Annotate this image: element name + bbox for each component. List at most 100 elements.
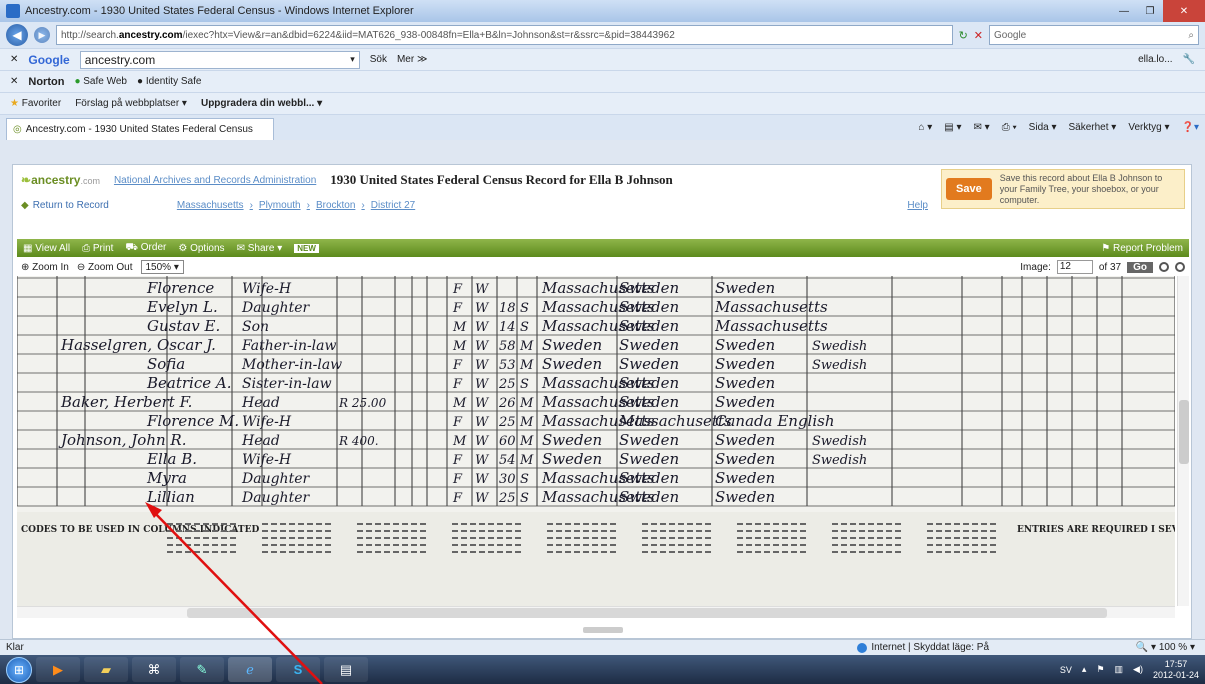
save-button[interactable]: Save — [946, 178, 992, 200]
census-name-cell: Johnson, John R. — [58, 431, 187, 449]
census-father-birthplace-cell: Sweden — [619, 374, 679, 392]
return-to-record-link[interactable]: ◆ Return to Record — [21, 200, 109, 211]
url-input[interactable]: http://search. ancestry.com/iexec?htx=Vie… — [56, 25, 953, 45]
census-race-cell: W — [475, 434, 490, 449]
zoom-level-status[interactable]: 🔍 ▾ 100 % ▾ — [1136, 642, 1195, 653]
go-button[interactable]: Go — [1127, 261, 1153, 273]
paint-icon[interactable]: ✎ — [180, 657, 224, 682]
print-icon[interactable]: ⎙ ▾ — [1002, 122, 1017, 133]
report-problem-button[interactable]: ⚑ Report Problem — [1101, 243, 1183, 254]
census-sex-cell: M — [452, 434, 467, 449]
language-indicator[interactable]: SV — [1060, 665, 1072, 675]
google-logo: Google — [28, 52, 70, 67]
network-tray-icon[interactable]: ▥ — [1115, 664, 1124, 675]
start-button[interactable]: ⊞ — [6, 656, 32, 683]
identity-safe-button[interactable]: ● Identity Safe — [137, 76, 201, 87]
google-user-button[interactable]: ella.lo... — [1138, 54, 1172, 65]
census-sex-cell: F — [452, 377, 463, 392]
census-marital-cell: M — [519, 453, 534, 468]
google-more-button[interactable]: Mer ≫ — [397, 54, 427, 65]
census-relation-cell: Wife-H — [242, 452, 292, 468]
census-name-cell: Florence — [146, 279, 214, 297]
vertical-scrollbar[interactable] — [1177, 276, 1189, 606]
tray-arrow-icon[interactable]: ▴ — [1082, 664, 1087, 675]
census-value-cell: R 25.00 — [338, 396, 387, 410]
clock[interactable]: 17:57 2012-01-24 — [1153, 659, 1199, 681]
horizontal-scrollbar[interactable] — [17, 606, 1175, 618]
census-race-cell: W — [475, 339, 490, 354]
skype-icon[interactable]: S — [276, 657, 320, 682]
collection-link[interactable]: National Archives and Records Administra… — [114, 175, 316, 186]
page-menu[interactable]: Sida ▾ — [1029, 122, 1057, 133]
mail-icon[interactable]: ✉ ▾ — [974, 122, 990, 133]
safe-web-button[interactable]: ● Safe Web — [74, 76, 127, 87]
safety-menu[interactable]: Säkerhet ▾ — [1069, 122, 1117, 133]
viewer-footer — [13, 622, 1193, 638]
zoom-out-button[interactable]: ⊖ Zoom Out — [77, 262, 133, 273]
feeds-icon[interactable]: ▤ ▾ — [944, 122, 961, 133]
url-prefix: http://search. — [61, 29, 119, 41]
census-language-cell: Swedish — [812, 339, 867, 354]
maximize-button[interactable]: ❐ — [1137, 0, 1163, 22]
explorer-folder-icon[interactable]: ▰ — [84, 657, 128, 682]
order-button[interactable]: ⛟ Order — [125, 242, 166, 255]
resize-handle[interactable] — [583, 627, 623, 633]
suggested-sites-link[interactable]: Förslag på webbplatser ▾ — [75, 98, 187, 109]
help-link[interactable]: Help — [907, 200, 928, 211]
forward-button[interactable]: ▶ — [34, 27, 50, 43]
google-search-button[interactable]: Sök — [370, 54, 387, 65]
help-icon[interactable]: ❓▾ — [1182, 122, 1199, 133]
zoom-out-label: Zoom Out — [88, 261, 133, 273]
stop-icon[interactable]: ✕ — [974, 29, 983, 42]
census-birthplace-cell: Sweden — [542, 431, 602, 449]
search-input[interactable]: Google ⌕ — [989, 25, 1199, 45]
flag-icon[interactable]: ⚑ — [1096, 664, 1104, 675]
breadcrumb-county[interactable]: Plymouth — [259, 200, 301, 211]
vscroll-thumb[interactable] — [1179, 400, 1189, 464]
toolbar-close-icon[interactable]: ✕ — [10, 76, 18, 87]
back-button[interactable]: ◀ — [6, 24, 28, 46]
media-player-icon[interactable]: ▶ — [36, 657, 80, 682]
security-zone[interactable]: Internet | Skyddat läge: På — [857, 642, 989, 653]
census-name-cell: Evelyn L. — [146, 298, 218, 316]
options-button[interactable]: ⚙ Options — [178, 243, 224, 254]
upgrade-link[interactable]: Uppgradera din webbl... ▾ — [201, 98, 322, 109]
view-all-button[interactable]: ▦ View All — [23, 243, 70, 254]
network-icon[interactable]: ⌘ — [132, 657, 176, 682]
google-search-input[interactable]: ancestry.com ▾ — [79, 50, 360, 69]
next-image-icon[interactable] — [1175, 262, 1185, 272]
search-icon[interactable]: ⌕ — [1188, 30, 1194, 41]
zoom-in-button[interactable]: ⊕ Zoom In — [21, 262, 69, 273]
toolbar-close-icon[interactable]: ✕ — [10, 54, 18, 65]
share-button[interactable]: ✉ Share ▾ — [237, 243, 283, 254]
home-icon[interactable]: ⌂ ▾ — [918, 122, 932, 133]
census-marital-cell: S — [520, 377, 529, 392]
refresh-icon[interactable]: ↻ — [959, 29, 968, 42]
ancestry-logo[interactable]: ❧ancestry.com — [21, 173, 100, 187]
breadcrumb-city[interactable]: Brockton — [316, 200, 355, 211]
hscroll-thumb[interactable] — [187, 608, 1107, 618]
census-mother-birthplace-cell: Sweden — [715, 488, 775, 506]
zoom-bar: ⊕ Zoom In ⊖ Zoom Out 150% ▾ Image: 12 of… — [17, 258, 1189, 276]
page-menu-label: Sida — [1028, 122, 1049, 133]
window-list-icon[interactable]: ▤ — [324, 657, 368, 682]
prev-image-icon[interactable] — [1159, 262, 1169, 272]
close-button[interactable]: ✕ — [1163, 0, 1205, 22]
census-image[interactable]: Florence Wife-H F W Massachusetts Sweden Swede… — [17, 276, 1175, 606]
favorites-button[interactable]: ★ Favoriter — [10, 98, 61, 109]
internet-explorer-icon[interactable]: ℯ — [228, 657, 272, 682]
volume-icon[interactable]: ◀) — [1133, 664, 1143, 675]
breadcrumb-district[interactable]: District 27 — [371, 200, 415, 211]
window-titlebar: Ancestry.com - 1930 United States Federa… — [0, 0, 1205, 22]
zoom-select[interactable]: 150% ▾ — [140, 260, 184, 274]
norton-logo[interactable]: Norton — [28, 76, 64, 88]
image-number-input[interactable]: 12 — [1056, 260, 1093, 274]
census-relation-cell: Son — [242, 319, 269, 335]
wrench-icon[interactable]: 🔧 — [1183, 54, 1195, 65]
minimize-button[interactable]: — — [1111, 0, 1137, 22]
breadcrumb-state[interactable]: Massachusetts — [177, 200, 244, 211]
print-button[interactable]: ⎙ Print — [82, 243, 113, 254]
tab-ancestry[interactable]: ◎ Ancestry.com - 1930 United States Fede… — [6, 118, 274, 140]
tools-menu[interactable]: Verktyg ▾ — [1128, 122, 1169, 133]
census-language-cell: Swedish — [812, 453, 867, 468]
